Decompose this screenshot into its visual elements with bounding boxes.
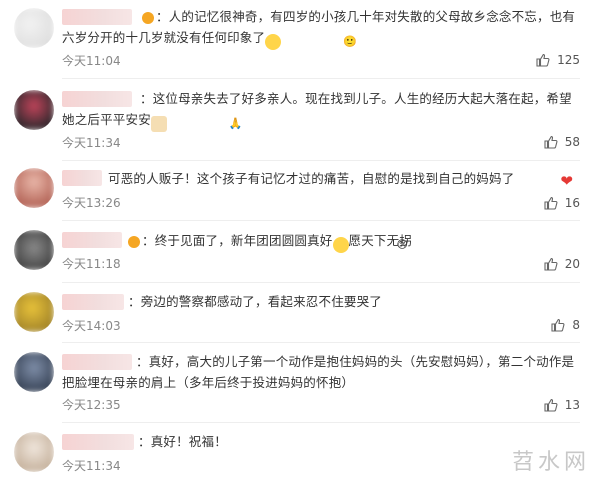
- avatar[interactable]: [14, 292, 54, 332]
- thumbs-up-icon: [551, 318, 565, 332]
- divider: [62, 422, 580, 423]
- comment-time: 今天11:04: [62, 54, 121, 68]
- thumbs-up-icon: [544, 135, 558, 149]
- avatar[interactable]: [14, 90, 54, 130]
- like-button[interactable]: 13: [543, 397, 580, 413]
- divider: [62, 78, 580, 79]
- comment-text: V：终于见面了，新年团团圆圆真好 😢愿天下无拐: [62, 230, 580, 253]
- crying-emoji-icon: 😢: [332, 237, 408, 253]
- heart-emoji-icon: ❤: [560, 172, 574, 190]
- avatar[interactable]: [14, 230, 54, 270]
- comment-text: ：这位母亲失去了好多亲人。现在找到儿子。人生的经历大起大落在起，希望她之后平平安…: [62, 91, 572, 132]
- comment-text: ：真好，高大的儿子第一个动作是抱住妈妈的头（先安慰妈妈），第二个动作是把脸埋在母…: [62, 354, 575, 390]
- like-count: 20: [564, 257, 580, 271]
- comment-time: 今天13:26: [62, 196, 121, 210]
- comment-text: 可恶的人贩子！这个孩子有记忆才过的痛苦，自慰的是找到自己的妈妈了 ❤: [108, 171, 574, 190]
- like-button[interactable]: 58: [543, 134, 580, 150]
- comment-time: 今天11:18: [62, 257, 121, 271]
- comment-text: ：旁边的警察都感动了，看起来忍不住要哭了: [128, 294, 383, 309]
- like-button[interactable]: 20: [543, 256, 580, 272]
- thumbs-up-icon: [544, 257, 558, 271]
- like-count: 58: [564, 135, 580, 149]
- avatar[interactable]: [14, 432, 54, 472]
- thumbs-up-icon: [544, 196, 558, 210]
- like-button[interactable]: 16: [543, 195, 580, 211]
- like-button[interactable]: 125: [535, 52, 580, 68]
- site-watermark: 苕水网: [511, 450, 590, 475]
- comment-time: 今天11:34: [62, 136, 121, 150]
- avatar[interactable]: [14, 8, 54, 48]
- comment-time: 今天12:35: [62, 398, 121, 412]
- like-count: 125: [557, 53, 580, 67]
- like-count: 13: [564, 398, 580, 412]
- avatar[interactable]: [14, 168, 54, 208]
- smile-emoji-icon: 🙂: [265, 34, 357, 50]
- vip-badge-icon: V: [128, 236, 197, 248]
- avatar[interactable]: [14, 352, 54, 392]
- divider: [62, 342, 580, 343]
- thumbs-up-icon: [544, 398, 558, 412]
- pray-emoji-icon: 🙏: [150, 116, 243, 132]
- like-count: 16: [564, 196, 580, 210]
- divider: [62, 160, 580, 161]
- vip-badge-icon: V: [142, 12, 225, 24]
- thumbs-up-icon: [536, 53, 550, 67]
- comment-time: 今天11:34: [62, 459, 121, 473]
- like-button[interactable]: 8: [550, 317, 580, 333]
- like-count: 8: [572, 318, 580, 332]
- comment-text: ：真好！祝福！: [138, 434, 227, 449]
- divider: [62, 282, 580, 283]
- comment-time: 今天14:03: [62, 319, 121, 333]
- comment-text: V：人的记忆很神奇，有四岁的小孩几十年对失散的父母故乡念念不忘，也有六岁分开的十…: [62, 9, 576, 50]
- divider: [62, 220, 580, 221]
